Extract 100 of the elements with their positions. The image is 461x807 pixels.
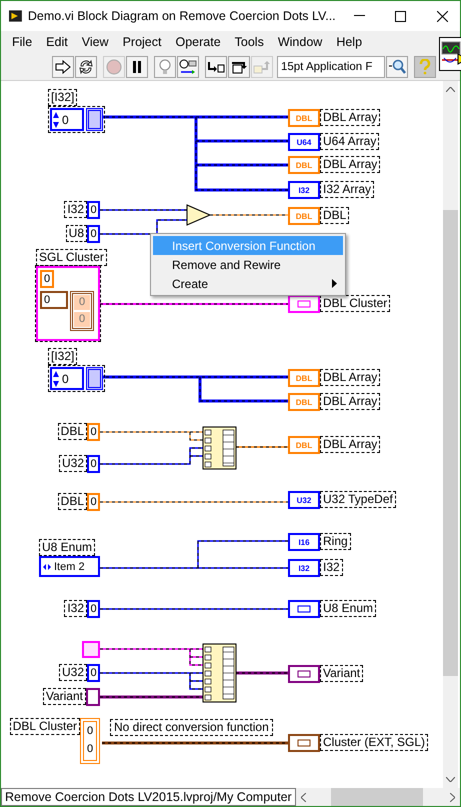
wire[interactable]	[189, 648, 206, 666]
array-index: 0	[62, 112, 69, 126]
wire[interactable]	[236, 446, 288, 448]
wire[interactable]	[197, 540, 288, 568]
toolbar-button[interactable]	[177, 56, 199, 78]
indicator-label: DBL Cluster	[320, 295, 390, 312]
wire[interactable]	[210, 214, 288, 216]
maximize-icon	[395, 10, 406, 22]
array-control[interactable]: 0	[48, 106, 105, 133]
control-label: SGL Cluster	[36, 249, 107, 266]
menu-item[interactable]: Window	[270, 35, 330, 49]
indicator-label: DBL Array	[320, 109, 380, 126]
menu-item[interactable]: Operate	[168, 35, 228, 49]
scroll-right-icon[interactable]	[450, 792, 455, 802]
font-dropdown[interactable]: 15pt Application F	[277, 56, 385, 78]
indicator-label: DBL Array	[320, 156, 380, 173]
wire[interactable]	[100, 608, 288, 610]
wire[interactable]	[190, 455, 206, 457]
menu-item[interactable]: Tools	[228, 35, 271, 49]
cluster-constant[interactable]	[82, 641, 100, 658]
numeric-terminal[interactable]: 0	[87, 225, 100, 243]
toolbar-button[interactable]	[52, 56, 74, 78]
control-label: Variant	[42, 688, 86, 705]
context-menu-item[interactable]: Create	[153, 274, 343, 293]
wire[interactable]	[100, 672, 206, 674]
indicator-terminal[interactable]	[288, 295, 320, 313]
scroll-up-icon[interactable]	[446, 87, 455, 92]
help-icon	[419, 58, 431, 74]
indicator-label: U8 Enum	[320, 600, 376, 617]
run-arrow-icon	[55, 60, 71, 74]
scrollbar-thumb[interactable]	[330, 788, 423, 806]
wire[interactable]	[100, 447, 206, 465]
pause-icon	[131, 60, 143, 74]
terminal-glyph-icon	[297, 739, 311, 747]
spinner-icon	[53, 110, 59, 128]
menu-item[interactable]: Help	[329, 35, 370, 49]
control-label: DBL Cluster	[10, 718, 80, 735]
wire[interactable]	[189, 672, 206, 690]
build-array-node[interactable]	[202, 644, 236, 702]
wire[interactable]	[190, 656, 206, 658]
build-array-node[interactable]	[202, 426, 236, 470]
indicator-label: DBL Array	[320, 369, 380, 386]
step-over-icon	[230, 60, 248, 74]
enum-control[interactable]: Item 2	[39, 556, 100, 577]
lightbulb-icon	[159, 58, 171, 74]
vi-icon[interactable]	[439, 37, 461, 71]
menu-item[interactable]: File	[5, 35, 40, 49]
wire[interactable]	[100, 219, 188, 235]
toolbar-button[interactable]	[205, 56, 227, 78]
indicator-terminal[interactable]	[288, 734, 320, 752]
vertical-scrollbar[interactable]	[443, 81, 458, 788]
add-node[interactable]	[186, 204, 212, 226]
indicator-label: Cluster (EXT, SGL)	[320, 734, 428, 751]
numeric-terminal[interactable]: 0	[87, 664, 100, 682]
indicator-terminal[interactable]: I32	[288, 559, 320, 577]
indicator-label: DBL Array	[320, 393, 380, 410]
wire[interactable]	[100, 432, 206, 440]
submenu-arrow-icon	[332, 279, 337, 288]
horizontal-scrollbar[interactable]	[296, 788, 460, 806]
indicator-terminal[interactable]: U32	[288, 491, 320, 509]
wire[interactable]	[100, 567, 288, 569]
numeric-terminal[interactable]: 0	[87, 423, 100, 441]
numeric-terminal[interactable]: 0	[87, 201, 100, 219]
indicator-terminal[interactable]	[288, 665, 320, 683]
toolbar-button[interactable]	[126, 56, 148, 78]
scrollbar-thumb[interactable]	[443, 210, 458, 676]
menu-item[interactable]: View	[74, 35, 116, 49]
indicator-terminal[interactable]	[288, 600, 320, 618]
array-control[interactable]: 0	[48, 365, 105, 392]
scroll-down-icon[interactable]	[446, 777, 455, 782]
indicator-terminal[interactable]: U64	[288, 133, 320, 151]
cluster-terminal[interactable]: 0 0	[80, 718, 100, 764]
indicator-label: U64 Array	[320, 133, 380, 150]
indicator-label: I32	[320, 559, 343, 576]
numeric-terminal[interactable]: 0	[87, 600, 100, 618]
numeric-value: 0	[40, 270, 54, 288]
toolbar-button[interactable]	[75, 56, 97, 78]
wire[interactable]	[100, 303, 288, 305]
wire[interactable]	[100, 648, 206, 650]
cluster-control[interactable]: 0 0 0 0	[36, 266, 100, 341]
minimize-icon	[354, 15, 365, 17]
wire[interactable]	[100, 209, 188, 211]
control-label: DBL	[58, 423, 87, 440]
indicator-terminal[interactable]: I16	[288, 533, 320, 551]
close-icon	[436, 10, 448, 22]
menu-item[interactable]: Edit	[39, 35, 75, 49]
indicator-terminal[interactable]: I32	[288, 181, 320, 199]
wire[interactable]	[190, 680, 206, 682]
wire[interactable]	[198, 376, 288, 402]
scroll-left-icon[interactable]	[300, 792, 306, 802]
array-index: 0	[62, 372, 69, 386]
menu-item[interactable]: Project	[116, 35, 168, 49]
numeric-terminal[interactable]: 0	[87, 455, 100, 473]
toolbar-button[interactable]	[228, 56, 250, 78]
variant-terminal[interactable]	[86, 688, 100, 706]
control-label: U8	[66, 225, 87, 242]
indicator-label: U32 TypeDef	[320, 491, 396, 508]
indicator-label: DBL	[320, 207, 350, 224]
numeric-terminal[interactable]: 0	[87, 493, 100, 511]
context-menu-item[interactable]: Remove and Rewire	[153, 255, 343, 274]
